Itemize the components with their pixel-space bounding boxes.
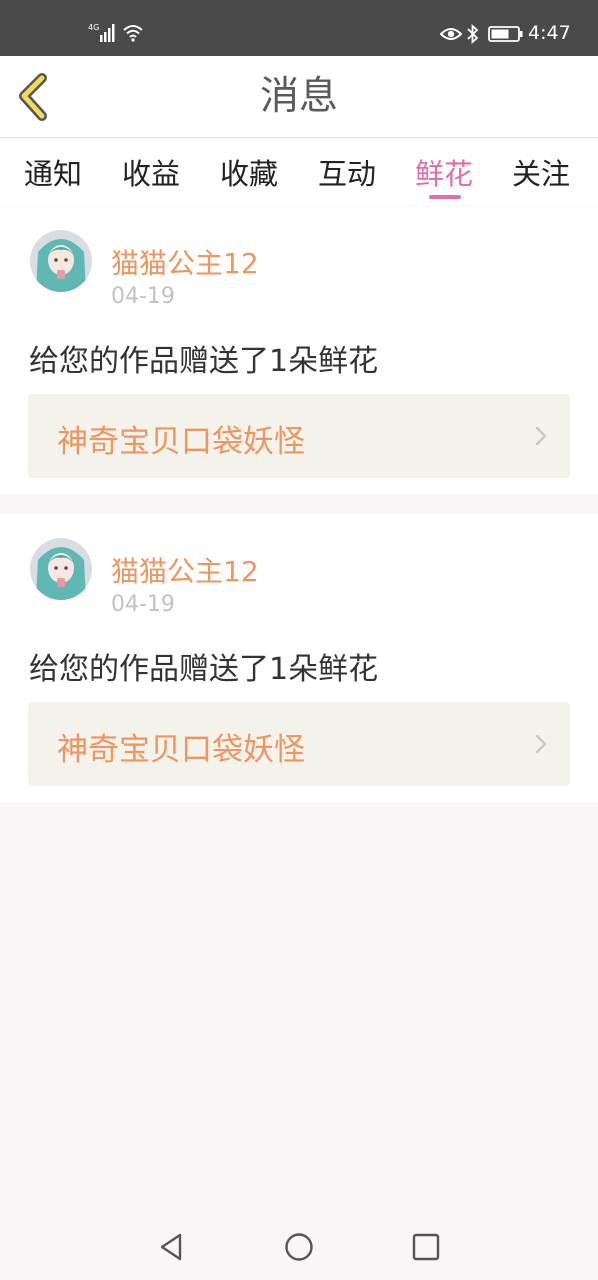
tab-following[interactable]: 关注 bbox=[512, 151, 570, 193]
home-circle-icon[interactable] bbox=[282, 1230, 316, 1264]
tab-notifications[interactable]: 通知 bbox=[24, 151, 82, 193]
work-title: 神奇宝贝口袋妖怪 bbox=[57, 732, 305, 768]
recents-square-icon[interactable] bbox=[409, 1230, 443, 1264]
chevron-right-icon bbox=[535, 426, 547, 446]
avatar[interactable] bbox=[30, 538, 92, 600]
chevron-right-icon bbox=[535, 734, 547, 754]
header-bar: 消息 bbox=[0, 56, 598, 138]
tab-flowers[interactable]: 鲜花 bbox=[415, 151, 473, 193]
active-tab-indicator bbox=[429, 195, 461, 199]
username[interactable]: 猫猫公主12 bbox=[111, 242, 259, 282]
status-bar: 4G 4:47 bbox=[0, 0, 598, 56]
wifi-icon bbox=[123, 25, 143, 42]
back-button[interactable] bbox=[14, 72, 58, 122]
message-card: 猫猫公主12 04-19 给您的作品赠送了1朵鲜花 神奇宝贝口袋妖怪 bbox=[0, 206, 598, 494]
signal-icon: 4G bbox=[88, 23, 115, 42]
message-date: 04-19 bbox=[111, 592, 175, 617]
chevron-left-icon bbox=[19, 73, 47, 121]
work-title: 神奇宝贝口袋妖怪 bbox=[57, 424, 305, 460]
eye-icon bbox=[440, 28, 462, 40]
back-triangle-icon[interactable] bbox=[154, 1230, 188, 1264]
system-nav-bar bbox=[0, 1214, 598, 1280]
user-avatar-image bbox=[30, 230, 92, 292]
message-text: 给您的作品赠送了1朵鲜花 bbox=[29, 344, 379, 379]
tab-interactions[interactable]: 互动 bbox=[318, 151, 376, 193]
user-avatar-image bbox=[30, 538, 92, 600]
message-date: 04-19 bbox=[111, 284, 175, 309]
username[interactable]: 猫猫公主12 bbox=[111, 550, 259, 590]
page-title: 消息 bbox=[259, 74, 338, 119]
work-link-button[interactable]: 神奇宝贝口袋妖怪 bbox=[28, 702, 570, 786]
work-link-button[interactable]: 神奇宝贝口袋妖怪 bbox=[28, 394, 570, 478]
avatar[interactable] bbox=[30, 230, 92, 292]
tab-earnings[interactable]: 收益 bbox=[122, 151, 180, 193]
tab-favorites[interactable]: 收藏 bbox=[220, 151, 278, 193]
message-text: 给您的作品赠送了1朵鲜花 bbox=[29, 652, 379, 687]
message-card: 猫猫公主12 04-19 给您的作品赠送了1朵鲜花 神奇宝贝口袋妖怪 bbox=[0, 514, 598, 802]
battery-icon bbox=[488, 26, 523, 42]
status-time: 4:47 bbox=[528, 22, 571, 44]
tab-bar: 通知 收益 收藏 互动 鲜花 关注 bbox=[0, 139, 598, 205]
network-type: 4G bbox=[88, 23, 99, 32]
bluetooth-icon bbox=[467, 24, 479, 44]
